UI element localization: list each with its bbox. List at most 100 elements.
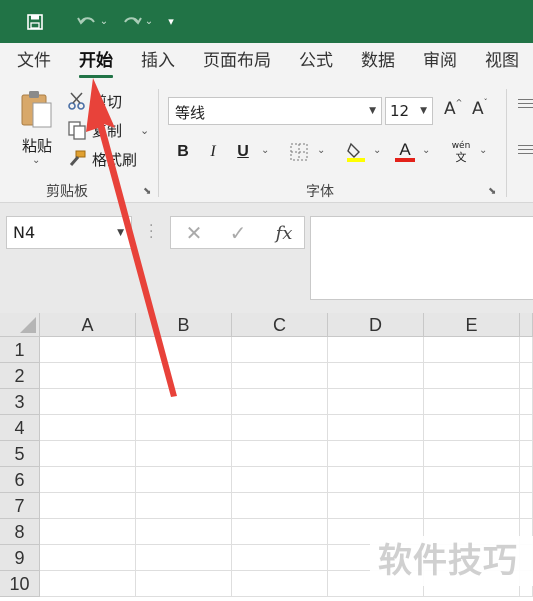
cell[interactable]	[520, 337, 533, 363]
cell[interactable]	[40, 415, 136, 441]
font-name-select[interactable]: 等线 ▼	[168, 97, 382, 125]
cell[interactable]	[136, 441, 232, 467]
select-all-button[interactable]	[0, 313, 40, 337]
align-top-icon[interactable]	[518, 99, 533, 111]
row-header-6[interactable]: 6	[0, 467, 40, 493]
row-header-9[interactable]: 9	[0, 545, 40, 571]
enter-icon[interactable]: ✓	[223, 220, 253, 246]
cell[interactable]	[232, 415, 328, 441]
cell[interactable]	[40, 363, 136, 389]
cell[interactable]	[40, 571, 136, 597]
underline-button[interactable]: U	[232, 139, 254, 165]
redo-dropdown-icon[interactable]: ⌄	[145, 16, 153, 27]
column-header-d[interactable]: D	[328, 313, 424, 337]
cell[interactable]	[232, 337, 328, 363]
cell[interactable]	[136, 493, 232, 519]
underline-dropdown-icon[interactable]: ⌄	[261, 145, 269, 156]
undo-button[interactable]: ⌄	[70, 0, 114, 43]
phonetic-dropdown-icon[interactable]: ⌄	[479, 145, 487, 156]
tab-file[interactable]: 文件	[0, 43, 65, 81]
cell[interactable]	[40, 441, 136, 467]
cancel-icon[interactable]: ✕	[179, 220, 209, 246]
cell[interactable]	[232, 571, 328, 597]
cell[interactable]	[424, 493, 520, 519]
cell[interactable]	[328, 389, 424, 415]
copy-dropdown-icon[interactable]: ⌄	[140, 124, 149, 137]
cell[interactable]	[424, 467, 520, 493]
cell[interactable]	[520, 467, 533, 493]
fill-color-dropdown-icon[interactable]: ⌄	[373, 145, 381, 156]
cell[interactable]	[136, 389, 232, 415]
borders-button[interactable]	[287, 139, 311, 165]
cell[interactable]	[40, 467, 136, 493]
cell[interactable]	[136, 363, 232, 389]
increase-font-size-button[interactable]: A^	[444, 98, 462, 119]
cell[interactable]	[40, 337, 136, 363]
cell[interactable]	[40, 519, 136, 545]
cell[interactable]	[520, 389, 533, 415]
cell[interactable]	[136, 519, 232, 545]
customize-quick-access-button[interactable]: ▾	[160, 0, 182, 43]
tab-insert[interactable]: 插入	[127, 43, 189, 81]
cell[interactable]	[40, 389, 136, 415]
row-header-3[interactable]: 3	[0, 389, 40, 415]
copy-button[interactable]: 复制 ⌄	[66, 118, 149, 142]
formula-input[interactable]	[310, 216, 533, 300]
cell[interactable]	[520, 441, 533, 467]
row-header-5[interactable]: 5	[0, 441, 40, 467]
row-header-8[interactable]: 8	[0, 519, 40, 545]
font-size-select[interactable]: 12 ▼	[385, 97, 433, 125]
cell[interactable]	[232, 493, 328, 519]
cell[interactable]	[424, 389, 520, 415]
cell[interactable]	[424, 337, 520, 363]
cell[interactable]	[232, 545, 328, 571]
insert-function-button[interactable]: fx	[269, 220, 299, 246]
cell[interactable]	[136, 467, 232, 493]
clipboard-launcher-icon[interactable]: ⬊	[143, 186, 151, 197]
tab-data[interactable]: 数据	[347, 43, 409, 81]
chevron-down-icon[interactable]: ▼	[117, 228, 124, 238]
cell[interactable]	[328, 415, 424, 441]
undo-dropdown-icon[interactable]: ⌄	[100, 16, 108, 27]
tab-formulas[interactable]: 公式	[285, 43, 347, 81]
cell[interactable]	[520, 493, 533, 519]
resize-handle-icon[interactable]: · · ·	[149, 219, 153, 245]
column-header-c[interactable]: C	[232, 313, 328, 337]
font-color-button[interactable]: A	[392, 139, 418, 165]
tab-page-layout[interactable]: 页面布局	[189, 43, 285, 81]
cell[interactable]	[232, 389, 328, 415]
cell[interactable]	[136, 337, 232, 363]
cell[interactable]	[520, 415, 533, 441]
decrease-font-size-button[interactable]: Aˇ	[472, 98, 488, 119]
column-header-e[interactable]: E	[424, 313, 520, 337]
column-header[interactable]	[520, 313, 533, 337]
row-header-10[interactable]: 10	[0, 571, 40, 597]
cell[interactable]	[232, 441, 328, 467]
cell[interactable]	[232, 363, 328, 389]
cell[interactable]	[424, 363, 520, 389]
column-header-a[interactable]: A	[40, 313, 136, 337]
phonetic-guide-button[interactable]: wén 文	[448, 139, 474, 165]
cell[interactable]	[328, 363, 424, 389]
save-button[interactable]	[0, 0, 70, 43]
paste-button[interactable]: 粘贴 ⌄	[14, 87, 60, 167]
cell[interactable]	[424, 415, 520, 441]
row-header-1[interactable]: 1	[0, 337, 40, 363]
cell[interactable]	[40, 493, 136, 519]
row-header-2[interactable]: 2	[0, 363, 40, 389]
font-color-dropdown-icon[interactable]: ⌄	[422, 145, 430, 156]
borders-dropdown-icon[interactable]: ⌄	[317, 145, 325, 156]
row-header-4[interactable]: 4	[0, 415, 40, 441]
cell[interactable]	[328, 337, 424, 363]
cell[interactable]	[328, 493, 424, 519]
column-header-b[interactable]: B	[136, 313, 232, 337]
cell[interactable]	[328, 441, 424, 467]
redo-button[interactable]: ⌄	[114, 0, 160, 43]
format-painter-button[interactable]: 格式刷	[66, 147, 137, 171]
bold-button[interactable]: B	[172, 139, 194, 165]
cell[interactable]	[40, 545, 136, 571]
cell[interactable]	[424, 441, 520, 467]
align-left-icon[interactable]	[518, 145, 533, 157]
font-launcher-icon[interactable]: ⬊	[488, 186, 496, 197]
row-header-7[interactable]: 7	[0, 493, 40, 519]
